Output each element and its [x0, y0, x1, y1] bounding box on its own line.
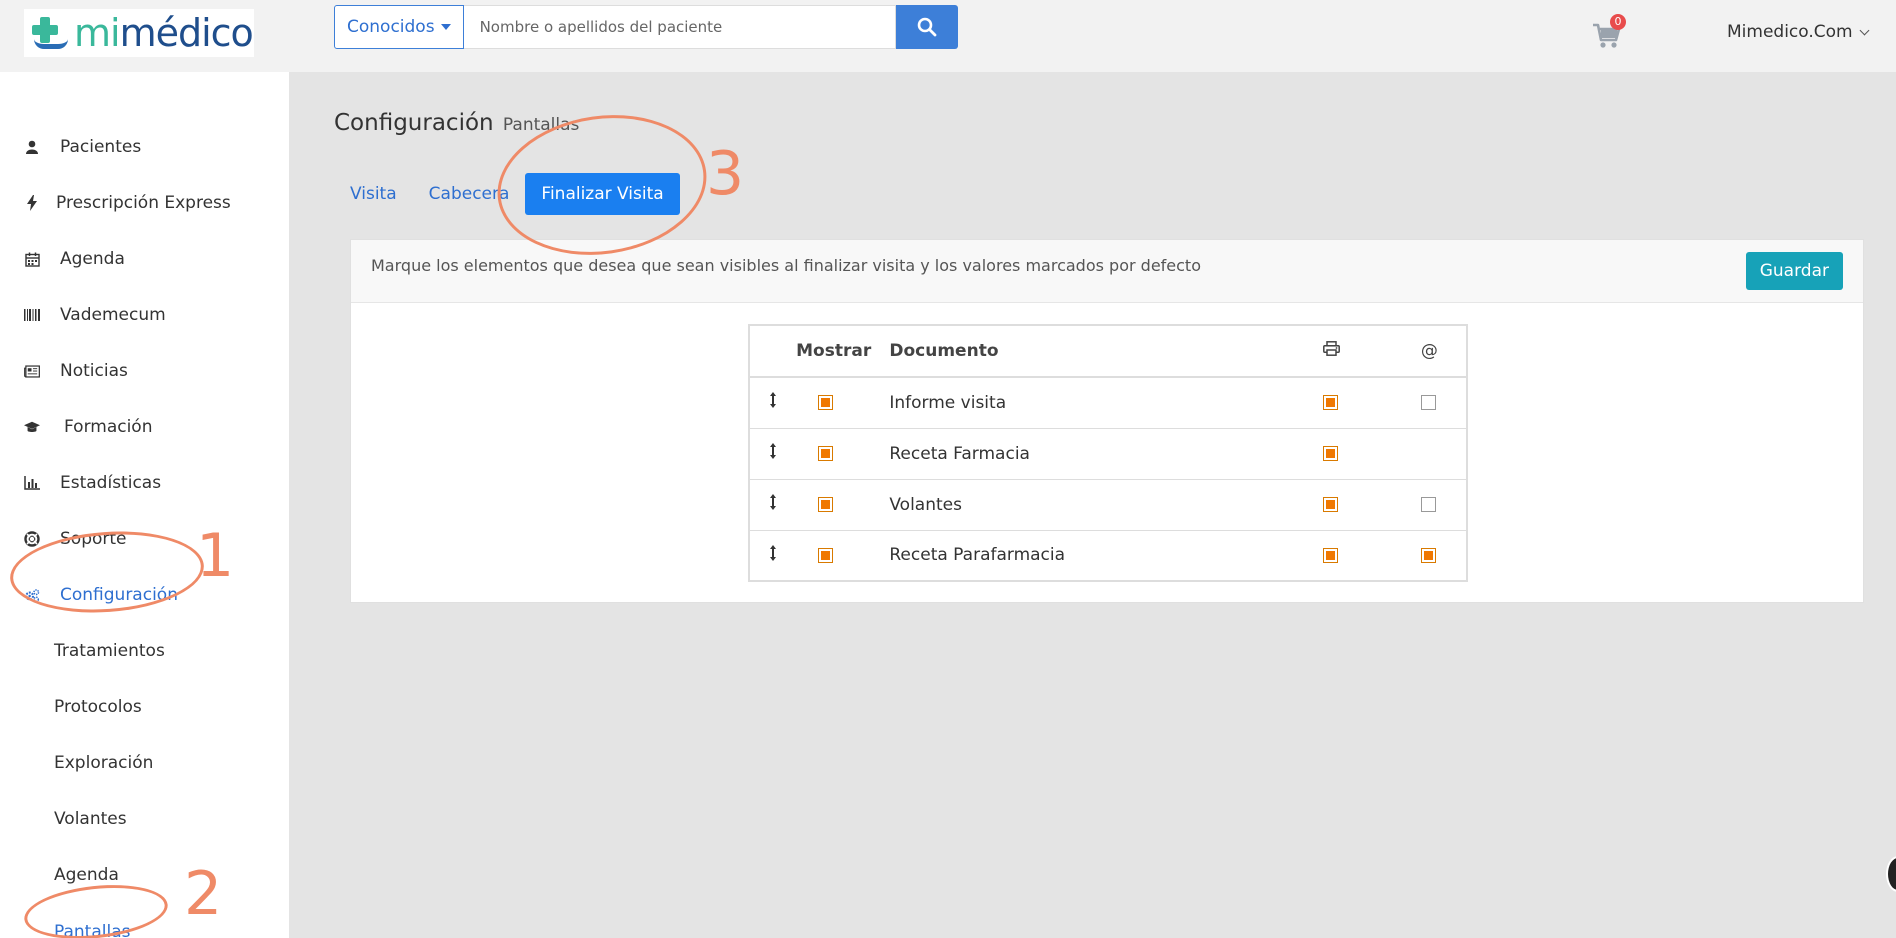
annotation-number-3: 3	[706, 139, 745, 209]
vertical-arrows-icon	[770, 443, 777, 459]
show-checkbox[interactable]	[818, 395, 834, 411]
vertical-arrows-icon	[770, 494, 777, 510]
bolt-icon	[24, 195, 40, 211]
show-checkbox[interactable]	[818, 446, 834, 461]
patient-search: Conocidos	[334, 5, 958, 49]
cart-count-badge: 0	[1610, 14, 1626, 30]
sidebar-item-noticias[interactable]: Noticias	[24, 356, 128, 386]
search-input[interactable]	[463, 5, 896, 49]
vertical-arrows-icon	[770, 392, 777, 409]
user-icon	[24, 139, 40, 155]
bar-chart-icon	[24, 475, 40, 491]
graduation-cap-icon	[24, 419, 40, 435]
vertical-arrows-icon	[770, 544, 777, 561]
sidebar-item-label: Vademecum	[60, 305, 166, 325]
sidebar-item-pacientes[interactable]: Pacientes	[24, 132, 141, 162]
print-checkbox[interactable]	[1322, 446, 1338, 461]
page-title-text: Configuración	[334, 110, 494, 136]
search-icon	[917, 17, 936, 37]
document-name: Informe visita	[889, 377, 1311, 429]
table-header-row: Mostrar Documento @	[749, 325, 1467, 378]
sidebar-item-agenda[interactable]: Agenda	[24, 244, 125, 274]
annotation-number-2: 2	[184, 859, 223, 929]
caret-down-icon	[440, 24, 451, 30]
brand-name: mimédico	[74, 11, 254, 55]
print-column-header	[1310, 325, 1409, 378]
sidebar-item-label: Agenda	[60, 249, 125, 269]
show-checkbox[interactable]	[818, 547, 834, 563]
printer-icon	[1322, 341, 1340, 356]
chevron-down-icon	[1859, 25, 1870, 35]
finalizar-visita-panel: Marque los elementos que desea que sean …	[350, 239, 1864, 603]
panel-instructions: Marque los elementos que desea que sean …	[371, 256, 1201, 275]
sidebar-item-label: Estadísticas	[60, 473, 162, 493]
tab-visita[interactable]: Visita	[334, 173, 413, 215]
table-row: Volantes	[749, 479, 1467, 531]
search-filter-label: Conocidos	[347, 17, 435, 37]
submenu-item-volantes[interactable]: Volantes	[54, 804, 127, 834]
sidebar-item-formacion[interactable]: Formación	[24, 412, 153, 442]
submenu-item-tratamientos[interactable]: Tratamientos	[54, 636, 165, 666]
print-checkbox[interactable]	[1322, 547, 1338, 563]
drag-handle[interactable]	[749, 377, 797, 429]
user-name: Mimedico.Com	[1727, 22, 1853, 42]
sidebar-item-label: Pacientes	[60, 137, 142, 157]
annotation-number-1: 1	[196, 521, 235, 591]
drag-handle[interactable]	[749, 479, 797, 531]
document-name: Receta Parafarmacia	[889, 530, 1311, 582]
sidebar-item-label: Prescripción Express	[56, 193, 231, 213]
show-column-header: Mostrar	[796, 325, 890, 378]
sidebar-item-vademecum[interactable]: Vademecum	[24, 300, 166, 330]
sidebar-item-prescripcion-express[interactable]: Prescripción Express	[24, 188, 231, 218]
medical-cross-icon	[32, 15, 72, 51]
print-checkbox[interactable]	[1322, 395, 1338, 411]
mail-checkbox[interactable]	[1420, 497, 1436, 512]
sidebar: Pacientes Prescripción Express Agenda Va…	[0, 72, 289, 938]
table-row: Receta Farmacia	[749, 428, 1467, 480]
sidebar-item-label: Formación	[64, 417, 153, 437]
search-filter-dropdown[interactable]: Conocidos	[334, 5, 464, 49]
table-row: Informe visita	[749, 377, 1467, 429]
document-name: Volantes	[889, 479, 1311, 531]
calendar-icon	[24, 251, 40, 267]
drag-handle[interactable]	[749, 530, 797, 582]
submenu-item-exploracion[interactable]: Exploración	[54, 748, 153, 778]
sidebar-item-estadisticas[interactable]: Estadísticas	[24, 468, 161, 498]
newspaper-icon	[24, 363, 40, 379]
drag-handle[interactable]	[749, 428, 797, 480]
floating-widget-button[interactable]	[1886, 856, 1896, 892]
top-bar: mimédico Conocidos 0 Mimedico.Com	[0, 0, 1896, 72]
at-sign-label: @	[1420, 341, 1438, 361]
submenu-item-protocolos[interactable]: Protocolos	[54, 692, 142, 722]
save-button[interactable]: Guardar	[1745, 252, 1843, 290]
print-checkbox[interactable]	[1322, 497, 1338, 512]
lifebuoy-icon	[24, 531, 40, 547]
user-menu[interactable]: Mimedico.Com	[1727, 22, 1870, 42]
documents-table: Mostrar Documento @ Informe visita Recet…	[748, 324, 1468, 582]
barcode-icon	[24, 307, 40, 323]
search-button[interactable]	[895, 5, 958, 49]
brand-logo[interactable]: mimédico	[24, 9, 254, 57]
mail-column-header: @	[1408, 325, 1467, 378]
mail-checkbox[interactable]	[1420, 395, 1436, 411]
sidebar-item-label: Noticias	[60, 361, 128, 381]
handle-column-header	[749, 325, 797, 378]
table-row: Receta Parafarmacia	[749, 530, 1467, 582]
show-checkbox[interactable]	[818, 497, 834, 512]
document-name: Receta Farmacia	[889, 428, 1311, 480]
mail-checkbox[interactable]	[1420, 547, 1436, 563]
document-column-header: Documento	[889, 325, 1311, 378]
